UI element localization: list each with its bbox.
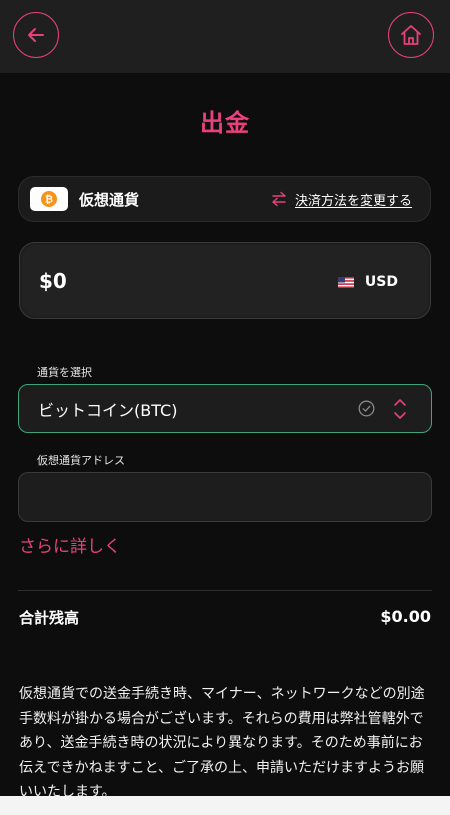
top-bar	[0, 0, 450, 73]
amount-value: $0	[39, 269, 67, 293]
address-label: 仮想通貨アドレス	[37, 454, 125, 467]
divider	[18, 590, 432, 591]
payment-method-label: 仮想通貨	[79, 190, 140, 209]
bitcoin-badge: ₿	[30, 187, 68, 211]
check-circle-icon	[358, 400, 375, 417]
currency-select-label: 通貨を選択	[37, 366, 92, 379]
total-balance-value: $0.00	[380, 607, 431, 626]
amount-input-inner: $0 USD	[22, 245, 428, 316]
change-method-control[interactable]: 決済方法を変更する	[271, 190, 412, 209]
amount-input[interactable]: $0 USD	[19, 242, 431, 319]
change-method-link[interactable]: 決済方法を変更する	[295, 190, 412, 209]
fee-notice: 仮想通貨での送金手続き時、マイナー、ネットワークなどの別途手数料が掛かる場合がご…	[19, 686, 425, 800]
us-flag-icon	[337, 276, 354, 288]
bottom-bar	[0, 796, 450, 815]
home-icon	[401, 25, 421, 45]
chevron-up-down-icon	[394, 399, 406, 419]
currency-indicator: USD	[337, 274, 398, 290]
swap-arrows-icon	[272, 191, 286, 207]
arrow-left-icon	[28, 28, 44, 42]
page-title: 出金	[200, 109, 250, 137]
address-input[interactable]	[18, 472, 432, 522]
home-button[interactable]	[388, 12, 434, 58]
learn-more-link[interactable]: さらに詳しく	[19, 532, 121, 557]
svg-text:₿: ₿	[45, 194, 53, 206]
back-button[interactable]	[13, 12, 59, 58]
currency-select[interactable]: ビットコイン(BTC)	[18, 384, 432, 433]
currency-code: USD	[364, 274, 398, 290]
bitcoin-icon: ₿	[41, 191, 57, 207]
payment-method-card: ₿ 仮想通貨 決済方法を変更する	[18, 176, 431, 222]
currency-select-value: ビットコイン(BTC)	[38, 400, 178, 420]
total-balance-label: 合計残高	[19, 609, 80, 627]
